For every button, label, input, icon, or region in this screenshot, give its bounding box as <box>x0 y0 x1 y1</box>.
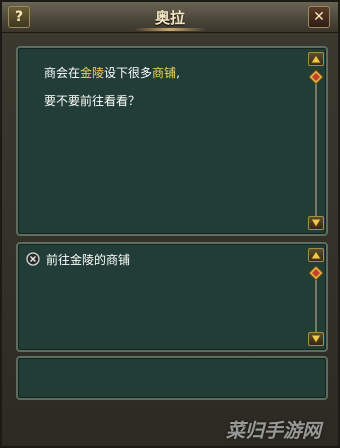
close-button[interactable]: ✕ <box>308 6 330 28</box>
scroll-up-button[interactable] <box>308 52 324 66</box>
triangle-up-icon <box>310 54 322 64</box>
triangle-up-icon <box>310 250 322 260</box>
npc-dialog-window: ? 奥拉 ✕ 商会在金陵设下很多商铺, 要不要前往看看？ 前往金陵的商铺 菜归手… <box>0 0 340 448</box>
dialog-text-segment: 商会在 <box>44 66 81 80</box>
dialog-text-panel: 商会在金陵设下很多商铺, 要不要前往看看？ <box>16 46 328 236</box>
scroll-up-button[interactable] <box>308 248 324 262</box>
bottom-input-panel <box>16 356 328 400</box>
options-scrollbar[interactable] <box>308 248 324 346</box>
option-go-to-jinling-shop[interactable]: 前往金陵的商铺 <box>26 250 130 268</box>
dialog-line-1: 商会在金陵设下很多商铺, <box>44 64 180 81</box>
scroll-track[interactable] <box>315 70 317 216</box>
site-watermark: 菜归手游网 <box>226 420 322 442</box>
help-button[interactable]: ? <box>8 6 30 28</box>
diamond-icon[interactable] <box>309 266 323 280</box>
place-name-highlight: 金陵 <box>80 66 105 80</box>
circled-x-icon <box>26 252 40 266</box>
triangle-down-icon <box>310 218 322 228</box>
question-mark-icon: ? <box>14 9 24 25</box>
window-title: 奥拉 <box>154 9 185 27</box>
shop-highlight: 商铺 <box>152 66 177 80</box>
triangle-down-icon <box>310 334 322 344</box>
dialog-text-segment: 设下很多 <box>104 66 153 80</box>
title-bar: ? 奥拉 ✕ <box>2 2 338 33</box>
dialog-line-2: 要不要前往看看？ <box>44 94 141 108</box>
close-x-icon: ✕ <box>313 9 325 25</box>
scroll-down-button[interactable] <box>308 332 324 346</box>
dialog-options-panel: 前往金陵的商铺 <box>16 242 328 352</box>
dialog-scrollbar[interactable] <box>308 52 324 230</box>
scroll-down-button[interactable] <box>308 216 324 230</box>
option-label: 前往金陵的商铺 <box>46 252 131 267</box>
diamond-icon[interactable] <box>309 70 323 84</box>
dialog-text-segment: , <box>176 66 180 80</box>
title-ornament <box>134 28 206 31</box>
